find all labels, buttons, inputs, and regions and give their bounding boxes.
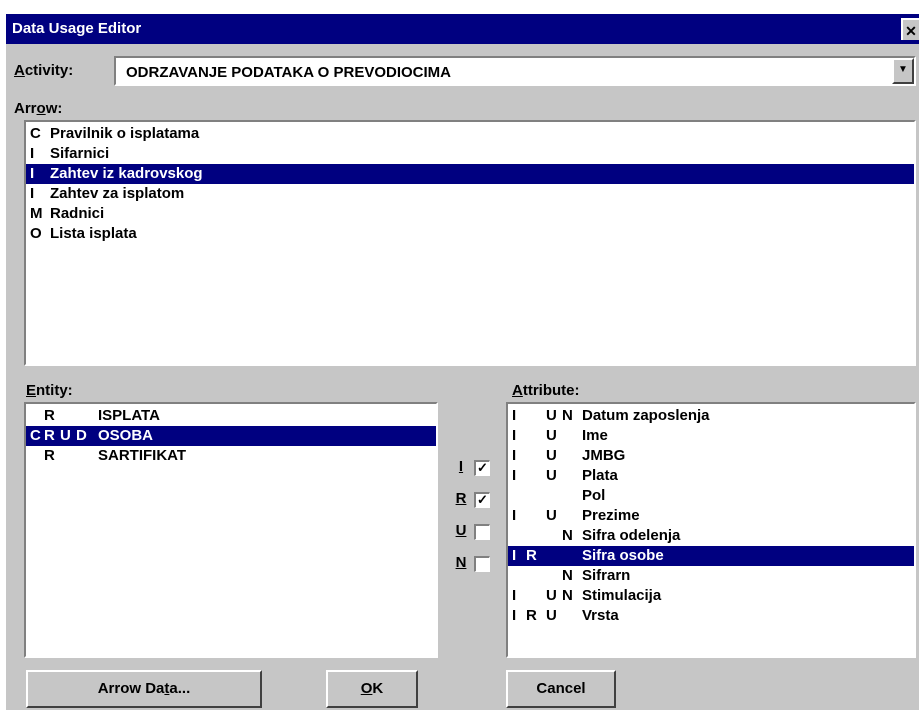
attribute-flag-i: I: [512, 587, 517, 604]
attribute-flag-i: I: [512, 407, 517, 424]
attribute-list-item[interactable]: I R U Vrsta: [508, 606, 914, 626]
entity-name: OSOBA: [98, 427, 154, 444]
attribute-flag-u: U: [546, 467, 557, 484]
flag-i-label: I: [458, 458, 464, 475]
attribute-flag-i: I: [512, 427, 517, 444]
arrow-list-item[interactable]: I Zahtev za isplatom: [26, 184, 914, 204]
arrow-code: O: [30, 225, 42, 242]
attribute-flag-u: U: [546, 607, 557, 624]
entity-flag-c: C: [30, 427, 41, 444]
attribute-flag-r: R: [526, 547, 537, 564]
attribute-name: Ime: [582, 427, 608, 444]
entity-flag-d: D: [76, 427, 87, 444]
flag-i-checkbox[interactable]: ✓: [474, 460, 490, 476]
arrow-name: Zahtev iz kadrovskog: [50, 165, 203, 182]
attribute-flag-n: N: [562, 407, 573, 424]
attribute-flag-i: I: [512, 607, 517, 624]
attribute-list-item[interactable]: I U Prezime: [508, 506, 914, 526]
arrow-listbox[interactable]: C Pravilnik o isplatama I Sifarnici I Zahtev …: [24, 120, 916, 366]
attribute-flag-n: N: [562, 527, 573, 544]
arrow-code: I: [30, 165, 35, 182]
flag-n-label: N: [455, 554, 467, 571]
attribute-listbox[interactable]: I U N Datum zaposlenja I U Ime I U JMBG I U Plata Pol…: [506, 402, 916, 658]
cancel-button[interactable]: Cancel: [506, 670, 616, 708]
arrow-list-item[interactable]: M Radnici: [26, 204, 914, 224]
flag-r-checkbox[interactable]: ✓: [474, 492, 490, 508]
attribute-label: Attribute:: [512, 382, 580, 399]
arrow-code: M: [30, 205, 43, 222]
activity-label: Activity:: [14, 62, 74, 79]
entity-list-item[interactable]: R SARTIFIKAT: [26, 446, 436, 466]
arrow-label: Arrow:: [14, 100, 63, 117]
arrow-name: Pravilnik o isplatama: [50, 125, 200, 142]
title-bar[interactable]: Data Usage Editor ✕: [6, 14, 919, 44]
attribute-name: Sifra odelenja: [582, 527, 681, 544]
attribute-name: Prezime: [582, 507, 640, 524]
attribute-list-item[interactable]: I U Plata: [508, 466, 914, 486]
attribute-flag-u: U: [546, 447, 557, 464]
arrow-name: Radnici: [50, 205, 105, 222]
flag-r-label: R: [455, 490, 467, 507]
entity-list-item[interactable]: R ISPLATA: [26, 406, 436, 426]
attribute-flag-i: I: [512, 447, 517, 464]
attribute-list-item[interactable]: I U Ime: [508, 426, 914, 446]
arrow-name: Sifarnici: [50, 145, 110, 162]
entity-label: Entity:: [26, 382, 73, 399]
ok-button[interactable]: OK: [326, 670, 418, 708]
attribute-name: Sifrarn: [582, 567, 631, 584]
attribute-name: Sifra osobe: [582, 547, 664, 564]
attribute-flag-u: U: [546, 507, 557, 524]
attribute-name: Datum zaposlenja: [582, 407, 710, 424]
entity-list-item[interactable]: C R U D OSOBA: [26, 426, 436, 446]
attribute-flag-i: I: [512, 467, 517, 484]
attribute-flag-u: U: [546, 407, 557, 424]
arrow-name: Lista isplata: [50, 225, 137, 242]
flag-u-label: U: [455, 522, 467, 539]
attribute-flag-n: N: [562, 587, 573, 604]
attribute-flag-n: N: [562, 567, 573, 584]
flag-u-checkbox[interactable]: [474, 524, 490, 540]
arrow-data-button[interactable]: Arrow Data...: [26, 670, 262, 708]
attribute-list-item[interactable]: I R Sifra osobe: [508, 546, 914, 566]
arrow-code: C: [30, 125, 41, 142]
attribute-flag-i: I: [512, 507, 517, 524]
attribute-flag-r: R: [526, 607, 537, 624]
arrow-name: Zahtev za isplatom: [50, 185, 185, 202]
arrow-list-item[interactable]: O Lista isplata: [26, 224, 914, 244]
attribute-flag-i: I: [512, 547, 517, 564]
entity-flag-u: U: [60, 427, 71, 444]
attribute-list-item[interactable]: N Sifrarn: [508, 566, 914, 586]
attribute-list-item[interactable]: N Sifra odelenja: [508, 526, 914, 546]
attribute-list-item[interactable]: I U JMBG: [508, 446, 914, 466]
attribute-name: Plata: [582, 467, 618, 484]
activity-combobox[interactable]: ODRZAVANJE PODATAKA O PREVODIOCIMA ▼: [114, 56, 916, 86]
close-icon[interactable]: ✕: [901, 18, 919, 40]
arrow-code: I: [30, 185, 35, 202]
entity-name: SARTIFIKAT: [98, 447, 187, 464]
attribute-flag-u: U: [546, 427, 557, 444]
flag-n-checkbox[interactable]: [474, 556, 490, 572]
attribute-list-item[interactable]: I U N Datum zaposlenja: [508, 406, 914, 426]
entity-flag-r: R: [44, 427, 55, 444]
attribute-name: Stimulacija: [582, 587, 662, 604]
activity-value: ODRZAVANJE PODATAKA O PREVODIOCIMA: [126, 64, 452, 81]
arrow-code: I: [30, 145, 35, 162]
attribute-list-item[interactable]: I U N Stimulacija: [508, 586, 914, 606]
window-title: Data Usage Editor: [12, 20, 142, 37]
entity-flag-r: R: [44, 407, 55, 424]
entity-flag-r: R: [44, 447, 55, 464]
attribute-list-item[interactable]: Pol: [508, 486, 914, 506]
entity-listbox[interactable]: R ISPLATA C R U D OSOBA R SARTIFIKAT: [24, 402, 438, 658]
attribute-name: Vrsta: [582, 607, 619, 624]
data-usage-editor-dialog: Data Usage Editor ✕ Activity: ODRZAVANJE…: [4, 12, 919, 710]
chevron-down-icon[interactable]: ▼: [892, 58, 914, 84]
attribute-name: Pol: [582, 487, 606, 504]
entity-name: ISPLATA: [98, 407, 160, 424]
arrow-list-item[interactable]: I Sifarnici: [26, 144, 914, 164]
arrow-list-item[interactable]: C Pravilnik o isplatama: [26, 124, 914, 144]
arrow-list-item[interactable]: I Zahtev iz kadrovskog: [26, 164, 914, 184]
attribute-name: JMBG: [582, 447, 626, 464]
attribute-flag-u: U: [546, 587, 557, 604]
